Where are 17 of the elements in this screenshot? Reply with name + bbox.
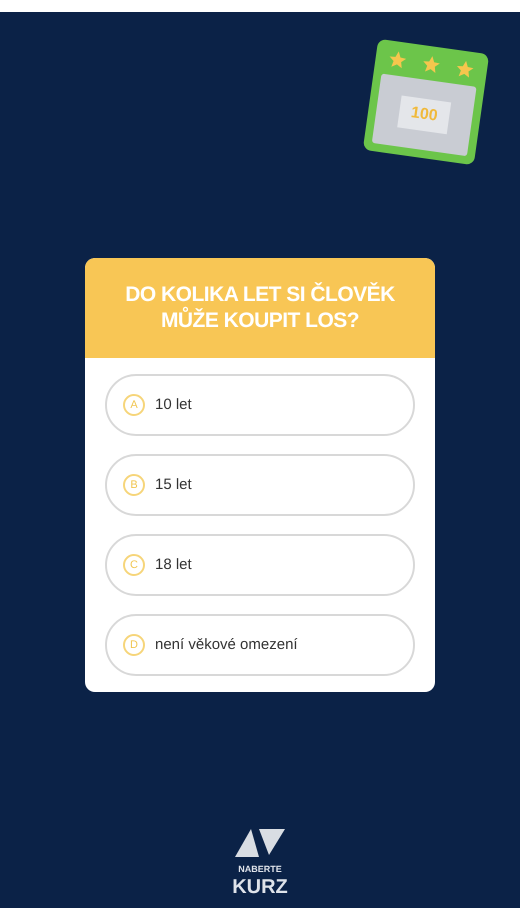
option-letter: C [123,554,145,576]
option-text: není věkové omezení [155,634,298,655]
option-text: 10 let [155,394,192,415]
answer-option[interactable]: C 18 let [105,534,415,596]
logo-text: NABERTE [238,862,282,876]
question-text: DO KOLIKA LET SI ČLOVĚK MŮŽE KOUPIT LOS? [124,282,396,334]
option-letter: D [123,634,145,656]
answer-option[interactable]: D není věkové omezení [105,614,415,676]
answer-option[interactable]: A 10 let [105,374,415,436]
option-text: 15 let [155,474,192,495]
ticket-value: 100 [396,96,452,134]
option-letter: A [123,394,145,416]
logo-text: KURZ [232,876,288,898]
logo-icon [232,826,287,858]
answer-option[interactable]: B 15 let [105,454,415,516]
option-text: 18 let [155,554,192,575]
option-letter: B [123,474,145,496]
